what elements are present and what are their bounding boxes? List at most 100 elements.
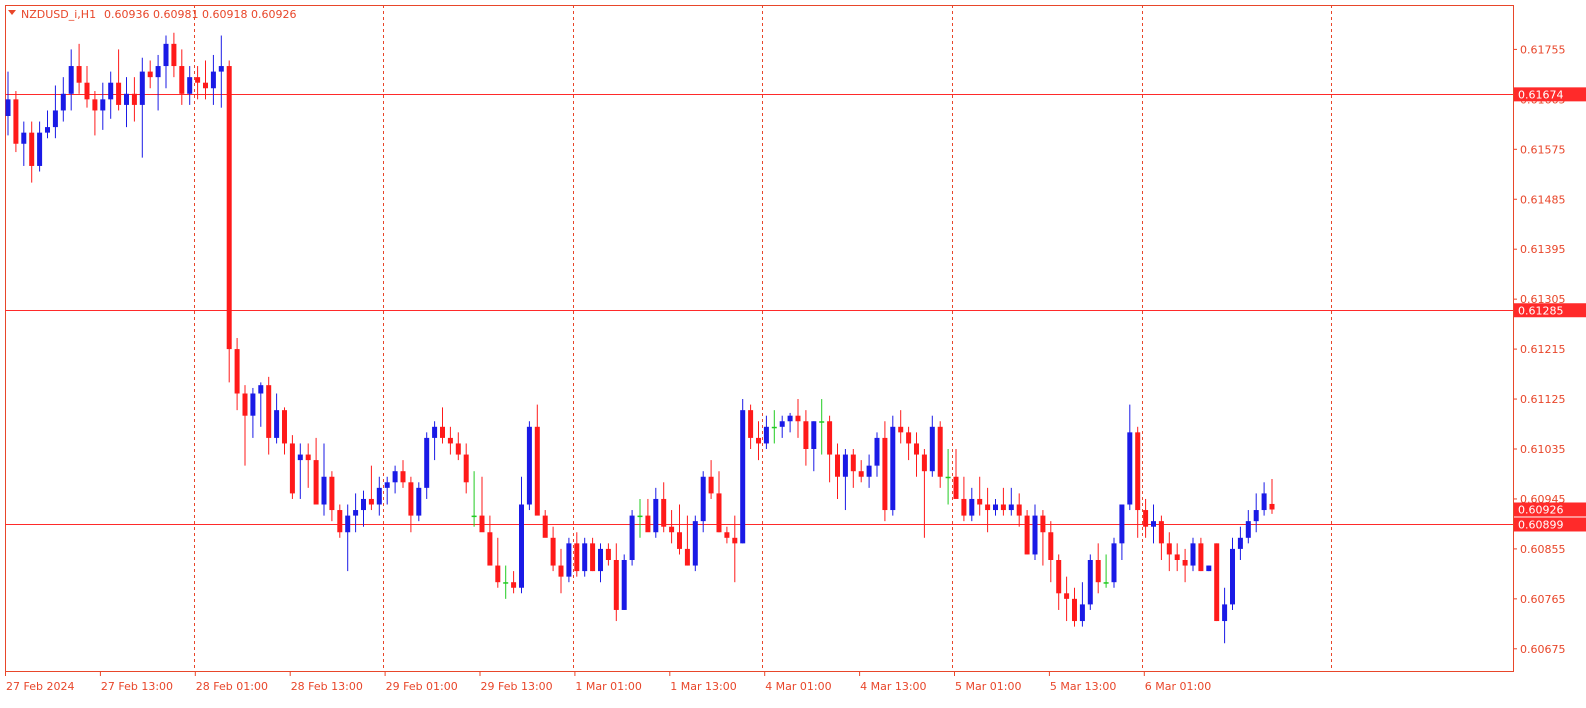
candle-body-11 (92, 99, 98, 111)
candle-body-34 (274, 410, 280, 438)
candle-body-50 (400, 471, 406, 483)
price-chart[interactable]: 0.617550.616650.615750.614850.613950.613… (0, 0, 1586, 708)
candle-body-114 (906, 432, 912, 444)
candle-body-60 (479, 515, 485, 533)
current-price-tag: 0.60926 (1518, 503, 1564, 516)
price-tick-label-3: 0.61485 (1520, 193, 1566, 206)
candle-body-18 (147, 71, 153, 78)
candle-body-44 (353, 510, 359, 516)
candle-body-45 (361, 498, 366, 511)
candle-body-150 (1190, 543, 1196, 566)
candle-body-146 (1158, 521, 1164, 544)
candle-body-106 (842, 454, 848, 477)
candle-body-3 (29, 132, 35, 166)
candle-body-158 (1253, 510, 1259, 522)
time-tick-label-7: 1 Mar 13:00 (670, 680, 736, 693)
candle-body-36 (289, 443, 295, 494)
candle-body-89 (708, 476, 714, 494)
candle-body-127 (1008, 504, 1014, 511)
candle-body-86 (684, 548, 690, 566)
candle-series (5, 32, 1275, 644)
candle-body-48 (384, 482, 390, 488)
candle-body-133 (1056, 560, 1062, 594)
candle-body-101 (803, 421, 809, 449)
time-tick-label-6: 1 Mar 01:00 (575, 680, 641, 693)
candle-body-159 (1261, 493, 1267, 511)
candle-body-17 (139, 71, 145, 105)
candle-body-67 (534, 426, 540, 516)
candle-body-52 (416, 487, 422, 516)
candle-body-41 (329, 476, 335, 511)
candle-body-51 (408, 482, 414, 516)
candle-body-142 (1127, 432, 1133, 505)
time-axis: 27 Feb 2024 27 Feb 13:00 28 Feb 01:00 28 Fe… (5, 671, 1211, 693)
candle-body-121 (961, 498, 967, 516)
candle-body-123 (977, 498, 983, 505)
time-tick-label-2: 28 Feb 01:00 (196, 680, 268, 693)
candle-body-2 (21, 132, 27, 144)
candle-body-120 (953, 476, 959, 499)
candle-body-124 (985, 504, 991, 511)
candle-body-83 (661, 498, 667, 527)
candle-body-100 (795, 415, 801, 422)
candle-body-16 (131, 93, 137, 105)
candle-body-39 (313, 460, 319, 505)
candle-body-49 (392, 471, 398, 483)
candle-body-35 (282, 410, 287, 444)
candle-body-155 (1230, 548, 1235, 605)
candle-body-72 (574, 543, 580, 572)
candle-body-33 (266, 385, 272, 438)
level-tag-1: 0.61285 (1518, 304, 1564, 317)
candle-body-154 (1222, 604, 1228, 622)
price-tick-label-7: 0.61125 (1520, 393, 1566, 406)
candle-body-21 (171, 43, 177, 67)
candle-body-115 (914, 443, 919, 455)
candle-body-46 (368, 498, 374, 505)
candle-body-145 (1151, 521, 1156, 527)
candle-body-104 (827, 421, 833, 455)
candle-body-99 (787, 415, 793, 422)
candle-body-138 (1095, 560, 1101, 583)
candle-body-125 (993, 504, 998, 511)
candle-body-62 (495, 565, 501, 583)
candle-body-57 (455, 443, 461, 455)
candle-body-103 (819, 421, 825, 423)
candle-body-4 (37, 132, 43, 166)
time-tick-label-12: 6 Mar 01:00 (1145, 680, 1211, 693)
candle-body-80 (637, 515, 643, 518)
candle-body-59 (471, 515, 477, 518)
candle-body-117 (929, 426, 935, 472)
time-tick-label-10: 5 Mar 01:00 (955, 680, 1021, 693)
candle-body-31 (250, 393, 256, 416)
candle-body-71 (566, 543, 572, 577)
candle-body-152 (1206, 565, 1212, 572)
time-tick-label-11: 5 Mar 13:00 (1050, 680, 1116, 693)
price-tick-label-4: 0.61395 (1520, 243, 1566, 256)
candle-body-98 (779, 421, 785, 427)
price-tick-label-6: 0.61215 (1520, 343, 1566, 356)
candle-body-157 (1245, 521, 1251, 538)
level-tag-2: 0.60899 (1518, 518, 1564, 531)
candle-body-135 (1072, 598, 1077, 622)
candle-body-110 (874, 437, 880, 466)
candle-body-134 (1064, 593, 1070, 599)
candle-body-97 (771, 426, 777, 429)
candle-body-37 (297, 454, 303, 461)
ohlc-readout: 0.60936 0.60981 0.60918 0.60926 (104, 8, 296, 21)
price-tick-label-11: 0.60765 (1520, 593, 1566, 606)
time-tick-label-1: 27 Feb 13:00 (101, 680, 173, 693)
candle-body-153 (1214, 543, 1220, 622)
candle-body-74 (590, 543, 596, 572)
candle-body-91 (724, 532, 730, 538)
candle-body-111 (882, 437, 888, 511)
candle-body-118 (937, 426, 943, 477)
candle-body-54 (432, 426, 438, 438)
candle-body-141 (1119, 504, 1125, 544)
candle-body-56 (447, 437, 453, 444)
candle-body-6 (52, 110, 58, 128)
candle-body-65 (519, 504, 524, 588)
candle-body-130 (1032, 515, 1038, 555)
candle-body-147 (1166, 543, 1172, 555)
candle-body-15 (124, 93, 129, 105)
triangle-down-icon[interactable] (8, 10, 16, 15)
